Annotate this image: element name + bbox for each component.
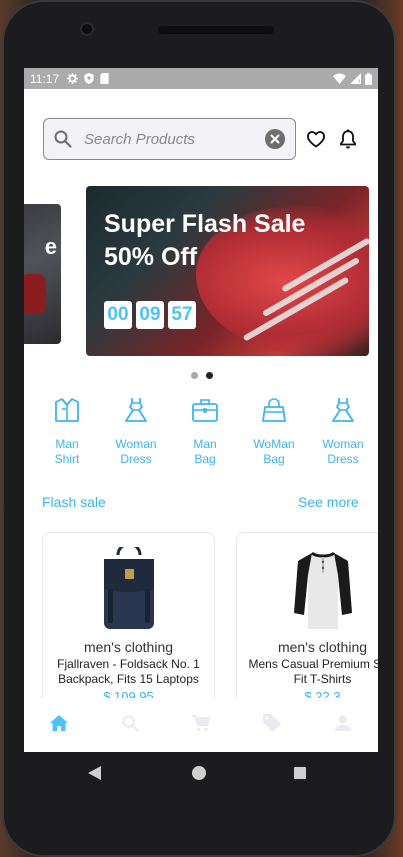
see-more-link[interactable]: See more <box>298 494 359 510</box>
home-circle-icon[interactable] <box>192 766 206 780</box>
wifi-icon <box>333 73 346 84</box>
nav-offers[interactable] <box>257 708 287 738</box>
search-bar[interactable]: Search Products <box>43 118 296 160</box>
nav-cart[interactable] <box>186 708 216 738</box>
nav-search[interactable] <box>115 708 145 738</box>
flash-sale-banner[interactable]: Super Flash Sale 50% Off 00 09 57 <box>86 186 369 356</box>
product-category: men's clothing <box>83 639 174 655</box>
category-list: Man Shirt Woman Dress Man Bag WoMan Bag Woma… <box>40 396 370 467</box>
search-icon <box>122 714 139 732</box>
countdown-timer: 00 09 57 <box>104 301 196 329</box>
timer-minutes: 09 <box>136 301 164 329</box>
product-card[interactable]: men's clothing Mens Casual Premium SlimF… <box>236 532 378 712</box>
category-man-bag[interactable]: Man Bag <box>178 396 232 467</box>
category-woman-bag[interactable]: WoMan Bag <box>247 396 301 467</box>
briefcase-icon <box>192 399 218 422</box>
shirt-icon <box>55 398 79 422</box>
tshirt-product-image <box>294 551 352 629</box>
category-label: Man Bag <box>193 437 217 466</box>
category-woman-dress-2[interactable]: Woman Dress <box>316 396 370 467</box>
product-title: Fjallraven - Foldsack No. 1 Backpack, Fit… <box>57 657 200 686</box>
category-label: Woman Dress <box>322 437 364 466</box>
sim-card-icon <box>100 73 109 84</box>
timer-seconds: 57 <box>168 301 196 329</box>
bottom-navigation-bar <box>24 698 378 752</box>
banner-page-indicator <box>191 372 213 379</box>
category-woman-dress[interactable]: Woman Dress <box>109 396 163 467</box>
settings-icon <box>67 73 79 84</box>
dress-icon <box>332 398 354 422</box>
status-time: 11:17 <box>30 71 60 86</box>
previous-banner-image <box>24 274 46 314</box>
previous-banner-slide[interactable]: e <box>24 204 61 344</box>
nav-home[interactable] <box>44 708 74 738</box>
search-icon <box>54 130 72 148</box>
status-bar: 11:17 <box>24 68 378 89</box>
system-navigation-bar <box>4 752 398 796</box>
banner-title: Super Flash Sale 50% Off <box>104 208 305 274</box>
previous-banner-text-fragment: e <box>44 234 57 259</box>
banner-title-line1: Super Flash Sale <box>104 210 306 238</box>
notifications-bell-icon[interactable] <box>340 129 356 149</box>
product-category: men's clothing <box>277 639 368 655</box>
product-card[interactable]: men's clothing Fjallraven - Foldsack No.… <box>42 532 215 712</box>
home-icon <box>50 715 69 731</box>
backpack-product-image <box>104 547 154 629</box>
front-camera <box>80 22 94 36</box>
battery-icon <box>365 72 372 85</box>
product-title: Mens Casual Premium SlimFit T-Shirts <box>248 657 378 686</box>
flash-sale-heading: Flash sale <box>42 494 106 510</box>
page-dot[interactable] <box>191 372 198 379</box>
category-label: WoMan Bag <box>253 437 295 466</box>
dress-icon <box>125 398 147 422</box>
clear-search-icon[interactable] <box>265 129 285 149</box>
recent-apps-square-icon[interactable] <box>294 767 306 779</box>
search-input[interactable]: Search Products <box>84 131 265 148</box>
banner-title-line2: 50% Off <box>104 243 198 271</box>
page-dot-active[interactable] <box>206 372 213 379</box>
category-man-shirt[interactable]: Man Shirt <box>40 396 94 467</box>
nav-profile[interactable] <box>328 708 358 738</box>
phone-frame: 11:17 Search Products e Super Flash Sale… <box>2 0 396 857</box>
earpiece-speaker <box>158 26 274 34</box>
favorites-heart-icon[interactable] <box>306 129 326 149</box>
category-label: Man Shirt <box>54 437 80 466</box>
cart-icon <box>191 714 210 731</box>
category-label: Woman Dress <box>115 437 157 466</box>
app-screen: 11:17 Search Products e Super Flash Sale… <box>24 68 378 752</box>
back-triangle-icon[interactable] <box>88 766 102 780</box>
handbag-icon <box>262 398 286 422</box>
signal-icon <box>350 73 361 84</box>
timer-hours: 00 <box>104 301 132 329</box>
profile-icon <box>334 715 351 731</box>
shield-icon <box>84 73 94 84</box>
tag-icon <box>262 714 281 732</box>
